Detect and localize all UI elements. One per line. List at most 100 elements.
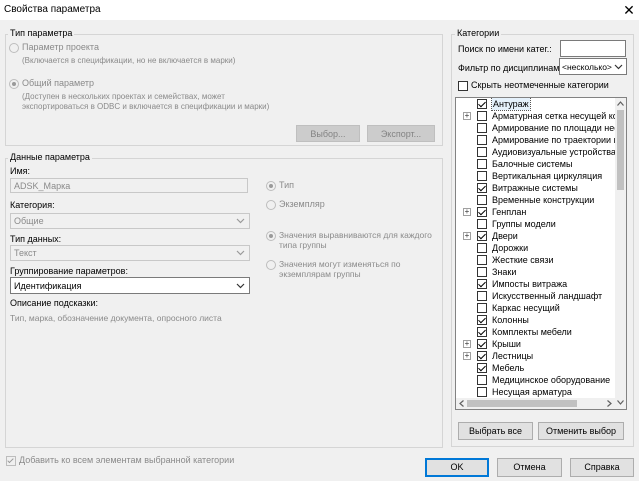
category-label: Дорожки xyxy=(492,243,529,253)
cancel-button[interactable]: Отмена xyxy=(497,458,562,477)
category-label: Медицинское оборудование xyxy=(492,375,611,385)
select-button[interactable]: Выбор... xyxy=(296,125,360,142)
name-field[interactable]: ADSK_Марка xyxy=(10,178,248,193)
category-checkbox[interactable] xyxy=(477,123,487,133)
deselect-all-button[interactable]: Отменить выбор xyxy=(538,422,624,440)
list-item[interactable]: Балочные системы xyxy=(456,158,615,170)
search-input[interactable] xyxy=(560,40,626,57)
scroll-down-icon[interactable] xyxy=(617,400,624,405)
category-checkbox[interactable] xyxy=(477,159,487,169)
instance-radio[interactable] xyxy=(266,200,276,210)
list-item[interactable]: Знаки xyxy=(456,266,615,278)
category-label: Армирование по траектории несущей констр… xyxy=(492,135,615,145)
category-checkbox[interactable] xyxy=(477,231,487,241)
add-all-label: Добавить ко всем элементам выбранной кат… xyxy=(19,455,235,465)
tooltip-value[interactable]: Тип, марка, обозначение документа, опрос… xyxy=(10,313,222,323)
category-label: Вертикальная циркуляция xyxy=(492,171,603,181)
category-checkbox[interactable] xyxy=(477,315,487,325)
list-item[interactable]: Колонны xyxy=(456,314,615,326)
category-checkbox[interactable] xyxy=(477,303,487,313)
list-item[interactable]: Комплекты мебели xyxy=(456,326,615,338)
category-checkbox[interactable] xyxy=(477,99,487,109)
hide-unchecked-checkbox[interactable] xyxy=(458,81,468,91)
scroll-left-icon[interactable] xyxy=(459,400,464,407)
aligned-radio[interactable] xyxy=(266,231,276,241)
category-checkbox[interactable] xyxy=(477,207,487,217)
list-item[interactable]: + Арматурная сетка несущей конструкции xyxy=(456,110,615,122)
list-item[interactable]: Витражные системы xyxy=(456,182,615,194)
expand-icon[interactable]: + xyxy=(463,352,471,360)
discipline-combo[interactable]: Общие xyxy=(10,213,250,229)
list-item[interactable]: Аудиовизуальные устройства xyxy=(456,146,615,158)
horizontal-scroll-thumb[interactable] xyxy=(467,400,577,407)
list-item[interactable]: Медицинское оборудование xyxy=(456,374,615,386)
list-item[interactable]: + Лестницы xyxy=(456,350,615,362)
expand-icon[interactable]: + xyxy=(463,232,471,240)
list-item[interactable]: + Генплан xyxy=(456,206,615,218)
category-checkbox[interactable] xyxy=(477,243,487,253)
category-label: Арматурная сетка несущей конструкции xyxy=(492,111,615,121)
category-checkbox[interactable] xyxy=(477,183,487,193)
shared-param-radio[interactable] xyxy=(9,79,19,89)
category-checkbox[interactable] xyxy=(477,375,487,385)
category-checkbox[interactable] xyxy=(477,339,487,349)
window-title: Свойства параметра xyxy=(4,4,101,15)
list-item[interactable]: Искусственный ландшафт xyxy=(456,290,615,302)
type-radio[interactable] xyxy=(266,181,276,191)
close-icon[interactable]: ✕ xyxy=(620,1,638,19)
expand-icon[interactable]: + xyxy=(463,340,471,348)
category-label: Двери xyxy=(492,231,518,241)
list-item[interactable]: Группы модели xyxy=(456,218,615,230)
category-checkbox[interactable] xyxy=(477,111,487,121)
list-item[interactable]: Мебель xyxy=(456,362,615,374)
chevron-down-icon xyxy=(236,250,245,256)
help-button[interactable]: Справка xyxy=(570,458,634,477)
category-checkbox[interactable] xyxy=(477,147,487,157)
vary-radio[interactable] xyxy=(266,260,276,270)
horizontal-scrollbar[interactable] xyxy=(456,398,615,409)
list-item[interactable]: + Крыши xyxy=(456,338,615,350)
list-item[interactable]: Армирование по площади несущей конструкц… xyxy=(456,122,615,134)
aligned-label: Значения выравниваются для каждого типа … xyxy=(279,230,432,250)
select-all-button[interactable]: Выбрать все xyxy=(458,422,533,440)
category-checkbox[interactable] xyxy=(477,351,487,361)
datatype-combo[interactable]: Текст xyxy=(10,245,250,261)
category-checkbox[interactable] xyxy=(477,219,487,229)
category-checkbox[interactable] xyxy=(477,327,487,337)
vertical-scrollbar[interactable] xyxy=(615,98,626,409)
list-item[interactable]: Несущая арматура xyxy=(456,386,615,398)
category-checkbox[interactable] xyxy=(477,387,487,397)
category-checkbox[interactable] xyxy=(477,279,487,289)
category-checkbox[interactable] xyxy=(477,171,487,181)
list-item[interactable]: Жесткие связи xyxy=(456,254,615,266)
list-item[interactable]: Каркас несущий xyxy=(456,302,615,314)
export-button[interactable]: Экспорт... xyxy=(367,125,435,142)
category-checkbox[interactable] xyxy=(477,255,487,265)
scroll-up-icon[interactable] xyxy=(617,101,624,106)
category-checkbox[interactable] xyxy=(477,195,487,205)
expand-icon[interactable]: + xyxy=(463,112,471,120)
list-item[interactable]: Антураж xyxy=(456,98,615,111)
category-label: Искусственный ландшафт xyxy=(492,291,603,301)
grouping-combo[interactable]: Идентификация xyxy=(10,277,250,294)
list-item[interactable]: Временные конструкции xyxy=(456,194,615,206)
filter-value: <несколько> xyxy=(562,62,612,72)
filter-combo[interactable]: <несколько> xyxy=(559,58,627,75)
expand-icon[interactable]: + xyxy=(463,208,471,216)
add-all-checkbox[interactable] xyxy=(6,456,16,466)
category-label: Аудиовизуальные устройства xyxy=(492,147,615,157)
scroll-right-icon[interactable] xyxy=(607,400,612,407)
list-item[interactable]: + Двери xyxy=(456,230,615,242)
category-checkbox[interactable] xyxy=(477,291,487,301)
categories-title: Категории xyxy=(455,28,502,38)
category-checkbox[interactable] xyxy=(477,267,487,277)
list-item[interactable]: Вертикальная циркуляция xyxy=(456,170,615,182)
project-param-radio[interactable] xyxy=(9,43,19,53)
ok-button[interactable]: OK xyxy=(425,458,489,477)
list-item[interactable]: Армирование по траектории несущей констр… xyxy=(456,134,615,146)
list-item[interactable]: Дорожки xyxy=(456,242,615,254)
category-checkbox[interactable] xyxy=(477,363,487,373)
vertical-scroll-thumb[interactable] xyxy=(617,110,624,190)
category-checkbox[interactable] xyxy=(477,135,487,145)
list-item[interactable]: Импосты витража xyxy=(456,278,615,290)
